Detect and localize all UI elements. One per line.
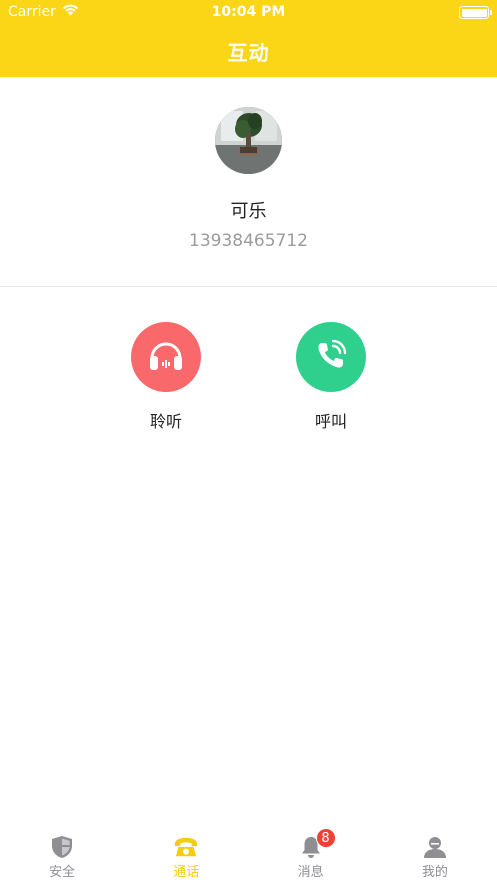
- page-title: 互动: [227, 41, 270, 65]
- status-bar: Carrier 10:04 PM: [0, 0, 497, 26]
- tab-call[interactable]: 通话: [124, 834, 248, 883]
- call-label: 呼叫: [314, 412, 347, 431]
- tab-messages-label: 消息: [297, 865, 324, 880]
- tab-bar: 安全 通话 消息 8 我的: [0, 828, 497, 883]
- contact-name: 可乐: [230, 201, 267, 222]
- listen-button[interactable]: 聆听: [121, 322, 211, 432]
- tab-profile-label: 我的: [421, 865, 448, 880]
- shield-icon: [49, 834, 75, 860]
- call-button[interactable]: 呼叫: [286, 322, 376, 432]
- listen-label: 聆听: [149, 412, 182, 431]
- avatar[interactable]: [215, 107, 282, 174]
- contact-phone: 13938465712: [189, 231, 308, 251]
- tab-security-label: 安全: [49, 865, 76, 880]
- clock: 10:04 PM: [211, 4, 286, 20]
- user-icon: [422, 834, 448, 860]
- profile-card: 可乐 13938465712: [0, 77, 497, 287]
- phone-call-icon: [313, 337, 349, 377]
- tab-messages[interactable]: 消息 8: [249, 828, 373, 883]
- header: Carrier 10:04 PM 互动: [0, 0, 497, 77]
- tab-call-label: 通话: [173, 865, 200, 880]
- tab-profile[interactable]: 我的: [373, 834, 497, 883]
- listen-circle[interactable]: [131, 322, 201, 392]
- unread-badge: 8: [315, 828, 336, 848]
- call-circle[interactable]: [296, 322, 366, 392]
- telephone-icon: [173, 834, 199, 860]
- battery-icon: [459, 6, 492, 19]
- tab-security[interactable]: 安全: [0, 834, 124, 883]
- headphones-icon: [147, 338, 185, 376]
